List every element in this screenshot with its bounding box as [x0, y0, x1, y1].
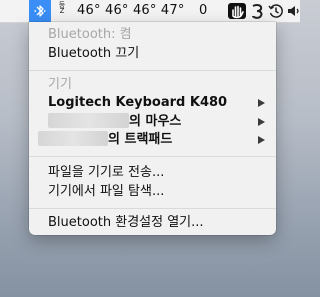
devices-section-header: 기기: [48, 77, 72, 92]
device-item-keyboard[interactable]: Logitech Keyboard K480: [48, 94, 276, 112]
hand-icon[interactable]: [228, 3, 246, 19]
input-source-indicator[interactable]: 등 Z: [57, 2, 67, 20]
device-name: 의 트랙패드: [108, 132, 173, 147]
submenu-arrow-icon: [258, 118, 265, 126]
device-name: 의 마우스: [129, 114, 182, 129]
redacted-name: [38, 131, 108, 146]
send-file-item[interactable]: 파일을 기기로 전송...: [48, 164, 164, 182]
bluetooth-dropdown-menu: Bluetooth: 켬 Bluetooth 끄기 기기 Logitech Ke…: [29, 22, 276, 235]
temperature-readout[interactable]: 46° 46° 46° 47°: [77, 3, 185, 18]
bluetooth-off-item[interactable]: Bluetooth 끄기: [48, 45, 139, 63]
counter-readout[interactable]: 0: [199, 3, 207, 18]
submenu-arrow-icon: [258, 136, 265, 144]
separator: [29, 156, 276, 157]
menu-bar: 등 Z 46° 46° 46° 47° 0: [0, 0, 300, 23]
separator: [29, 208, 276, 209]
browse-files-item[interactable]: 기기에서 파일 탐색...: [48, 183, 164, 201]
device-item-mouse[interactable]: 의 마우스: [48, 113, 181, 131]
submenu-arrow-icon: [258, 99, 265, 107]
open-bluetooth-preferences-item[interactable]: Bluetooth 환경설정 열기...: [48, 214, 204, 232]
history-clock-icon[interactable]: [268, 3, 284, 19]
shortcut-3-icon[interactable]: [251, 3, 265, 19]
bluetooth-status-item[interactable]: [29, 0, 51, 22]
volume-icon[interactable]: [288, 3, 300, 19]
separator: [29, 70, 276, 71]
bluetooth-status-label: Bluetooth: 켬: [48, 27, 132, 42]
device-name: Logitech Keyboard K480: [48, 95, 228, 110]
bluetooth-icon: [34, 5, 46, 17]
redacted-name: [48, 113, 129, 128]
device-item-trackpad[interactable]: 의 트랙패드: [38, 131, 172, 149]
